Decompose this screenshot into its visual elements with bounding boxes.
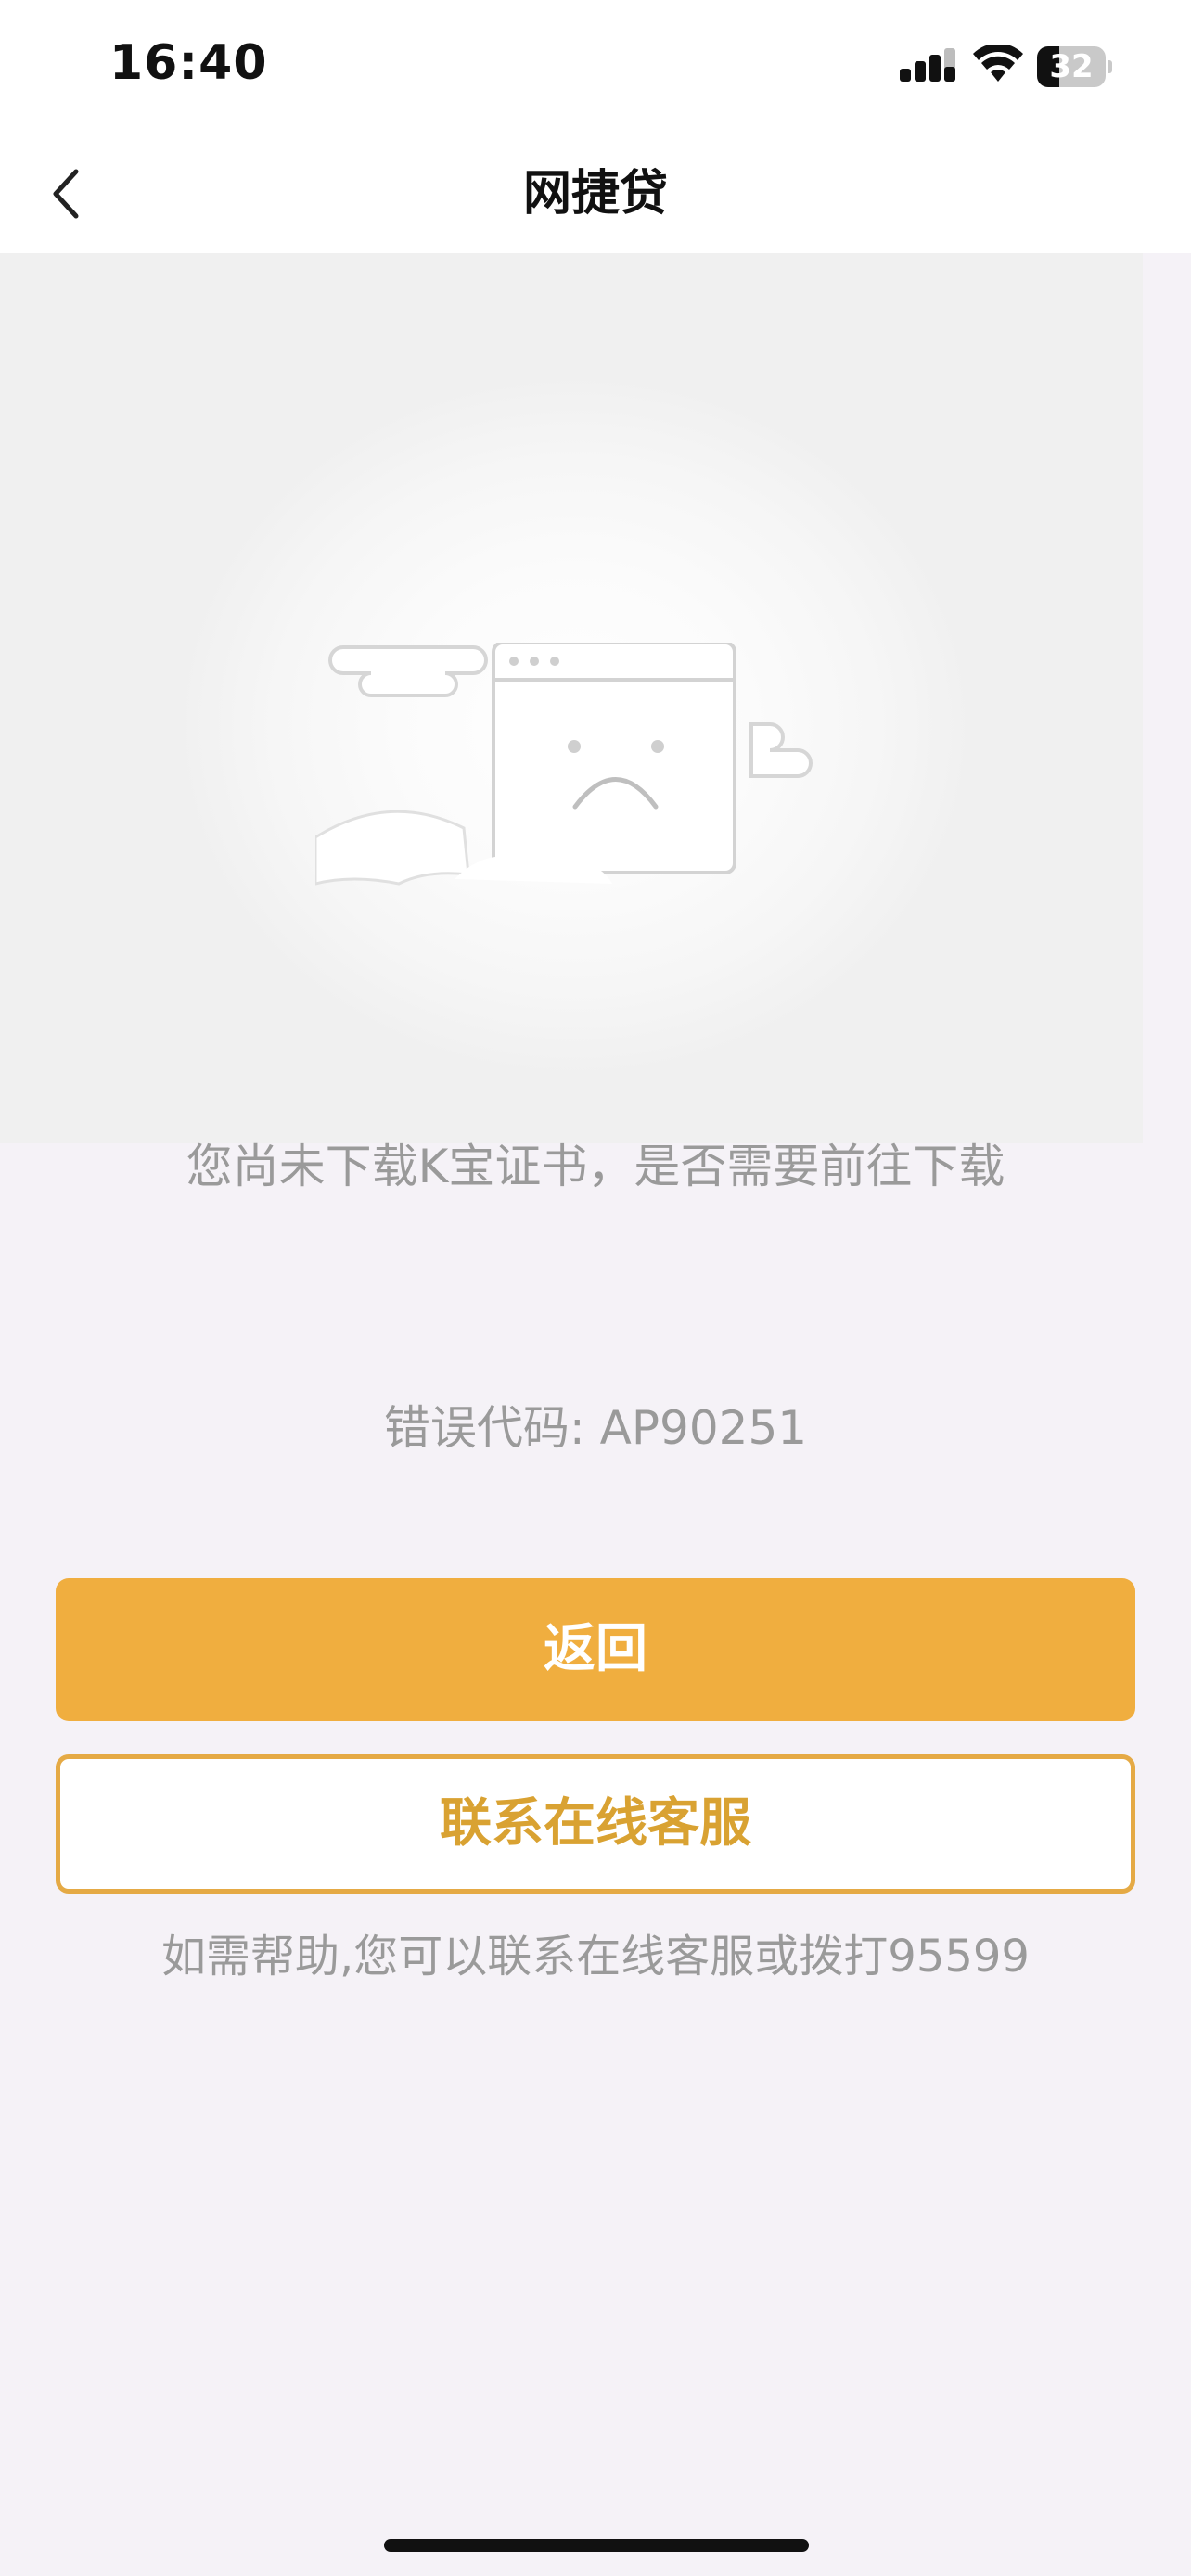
battery-level: 32 — [1049, 48, 1094, 85]
help-text: 如需帮助,您可以联系在线客服或拨打95599 — [161, 1931, 1030, 1983]
contact-service-button[interactable]: 联系在线客服 — [56, 1754, 1135, 1894]
navigation-bar: 网捷贷 — [0, 134, 1191, 253]
page-title: 网捷贷 — [522, 166, 668, 222]
battery-icon: 32 — [1037, 46, 1113, 87]
message-text: 您尚未下载K宝证书，是否需要前往下载 — [186, 1140, 1005, 1193]
home-indicator[interactable] — [384, 2539, 809, 2552]
error-illustration — [0, 253, 1143, 1143]
status-bar: 16:40 32 — [0, 0, 1191, 134]
sad-browser-icon — [315, 643, 813, 886]
cellular-signal-icon — [900, 48, 955, 82]
chevron-left-icon — [53, 169, 79, 219]
back-button[interactable] — [37, 157, 102, 231]
wifi-icon — [973, 45, 1023, 82]
return-button[interactable]: 返回 — [56, 1578, 1135, 1721]
status-time: 16:40 — [109, 35, 268, 91]
error-code: 错误代码: AP90251 — [383, 1401, 808, 1455]
